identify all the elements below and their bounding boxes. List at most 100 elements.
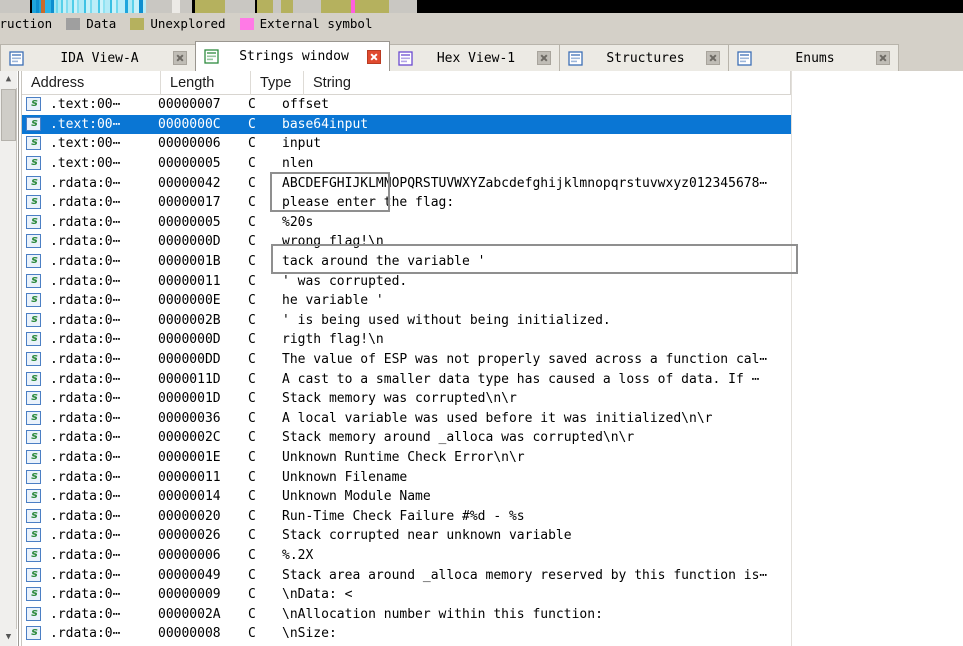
tab-label: Strings window: [239, 49, 349, 64]
table-row[interactable]: .text:00⋯ 0000000C Cbase64input: [22, 114, 793, 135]
cell-length: 00000049: [158, 567, 221, 583]
cell-type: C: [248, 626, 256, 642]
cell-type: C: [248, 156, 256, 172]
cell-type: C: [248, 332, 256, 348]
cell-address: .text:00⋯: [50, 136, 121, 152]
navigator-segment: [389, 0, 417, 13]
column-header-string[interactable]: String: [304, 71, 791, 95]
cell-string: base64input: [282, 116, 369, 132]
cell-length: 0000000E: [158, 293, 221, 309]
cell-type: C: [248, 508, 256, 524]
string-item-icon: [22, 291, 48, 310]
cell-type: C: [248, 97, 256, 113]
string-item-icon: [22, 193, 48, 212]
string-item-icon: [22, 409, 48, 428]
column-header-address[interactable]: Address: [22, 71, 161, 95]
cell-type: C: [248, 567, 256, 583]
cell-address: .rdata:0⋯: [50, 489, 121, 505]
string-item-icon: [22, 370, 48, 389]
tab-close-icon[interactable]: [367, 49, 381, 64]
navigator-segment: [180, 0, 192, 13]
cell-length: 00000005: [158, 156, 221, 172]
hex-view-icon: [398, 50, 413, 66]
string-item-icon: [22, 546, 48, 565]
ida-main-window: truction Data Unexplored External symbol ID…: [0, 0, 963, 646]
cell-length: 0000001B: [158, 254, 221, 270]
cell-type: C: [248, 312, 256, 328]
string-item-icon: [22, 448, 48, 467]
navigator-band[interactable]: [0, 0, 963, 13]
legend-item: External symbol: [239, 16, 387, 31]
tab-label: Structures: [606, 50, 685, 66]
string-item-icon: [22, 95, 48, 114]
tab-close-icon[interactable]: [706, 51, 720, 65]
strings-window-panel: ▲ ▼ AddressLengthTypeString .text:00⋯ 000…: [0, 71, 963, 646]
cell-type: C: [248, 528, 256, 544]
cell-address: .rdata:0⋯: [50, 332, 121, 348]
column-header-length[interactable]: Length: [161, 71, 251, 95]
cell-length: 0000000D: [158, 234, 221, 250]
tab-hex-view-1[interactable]: Hex View-1: [389, 44, 560, 71]
string-item-icon: [22, 624, 48, 643]
unexplored-legend-swatch: [130, 17, 145, 30]
cell-address: .rdata:0⋯: [50, 214, 121, 230]
string-item-icon: [22, 252, 48, 271]
cell-length: 00000014: [158, 489, 221, 505]
cell-type: C: [248, 175, 256, 191]
enums-icon: [737, 50, 752, 66]
navigator-segment: [281, 0, 293, 13]
cell-type: C: [248, 469, 256, 485]
external-symbol-legend-swatch: [239, 17, 254, 30]
cell-type: C: [248, 547, 256, 563]
navigator-segment: [293, 0, 321, 13]
tab-strings-window[interactable]: Strings window: [195, 41, 390, 71]
cell-address: .rdata:0⋯: [50, 410, 121, 426]
cell-address: .rdata:0⋯: [50, 234, 121, 250]
cell-address: .rdata:0⋯: [50, 391, 121, 407]
navigator-segment: [225, 0, 255, 13]
cell-length: 0000011D: [158, 371, 221, 387]
tab-bar: IDA View-A Strings window Hex View-1 Struct…: [0, 34, 963, 71]
ida-view-icon: [9, 50, 24, 66]
cell-type: C: [248, 293, 256, 309]
tab-close-icon[interactable]: [876, 51, 890, 65]
cell-length: 000000DD: [158, 352, 221, 368]
cell-address: .rdata:0⋯: [50, 195, 121, 211]
scrollbar-thumb[interactable]: [1, 89, 16, 141]
cell-address: .rdata:0⋯: [50, 469, 121, 485]
cell-address: .rdata:0⋯: [50, 175, 121, 191]
navigator-segment: [118, 0, 125, 13]
scroll-up-arrow[interactable]: ▲: [0, 71, 17, 88]
vertical-scrollbar[interactable]: ▲ ▼: [0, 71, 17, 646]
tab-enums[interactable]: Enums: [728, 44, 899, 71]
legend-item: Unexplored: [130, 16, 239, 31]
cell-type: C: [248, 587, 256, 603]
navigator-segment: [417, 0, 962, 13]
cell-type: C: [248, 606, 256, 622]
cell-type: C: [248, 371, 256, 387]
navigator-segment: [146, 0, 172, 13]
tab-strip: IDA View-A Strings window Hex View-1 Struct…: [0, 41, 963, 71]
cell-address: .text:00⋯: [50, 97, 121, 113]
cell-type: C: [248, 254, 256, 270]
cell-address: .rdata:0⋯: [50, 528, 121, 544]
string-item-icon: [22, 350, 48, 369]
tab-label: IDA View-A: [60, 50, 139, 66]
cell-length: 0000001D: [158, 391, 221, 407]
tab-close-icon[interactable]: [173, 51, 187, 65]
string-item-icon: [22, 330, 48, 349]
cell-type: C: [248, 489, 256, 505]
tab-close-icon[interactable]: [537, 51, 551, 65]
string-item-icon: [22, 115, 48, 134]
string-item-icon: [22, 389, 48, 408]
tab-ida-view-a[interactable]: IDA View-A: [0, 44, 196, 71]
cell-address: .rdata:0⋯: [50, 371, 121, 387]
string-item-icon: [22, 428, 48, 447]
cell-type: C: [248, 195, 256, 211]
scroll-down-arrow[interactable]: ▼: [0, 629, 17, 646]
column-header-row: Address Length Type String: [22, 71, 791, 95]
cell-length: 00000017: [158, 195, 221, 211]
tab-structures[interactable]: Structures: [559, 44, 729, 71]
cell-length: 00000036: [158, 410, 221, 426]
column-header-type[interactable]: Type: [251, 71, 304, 95]
